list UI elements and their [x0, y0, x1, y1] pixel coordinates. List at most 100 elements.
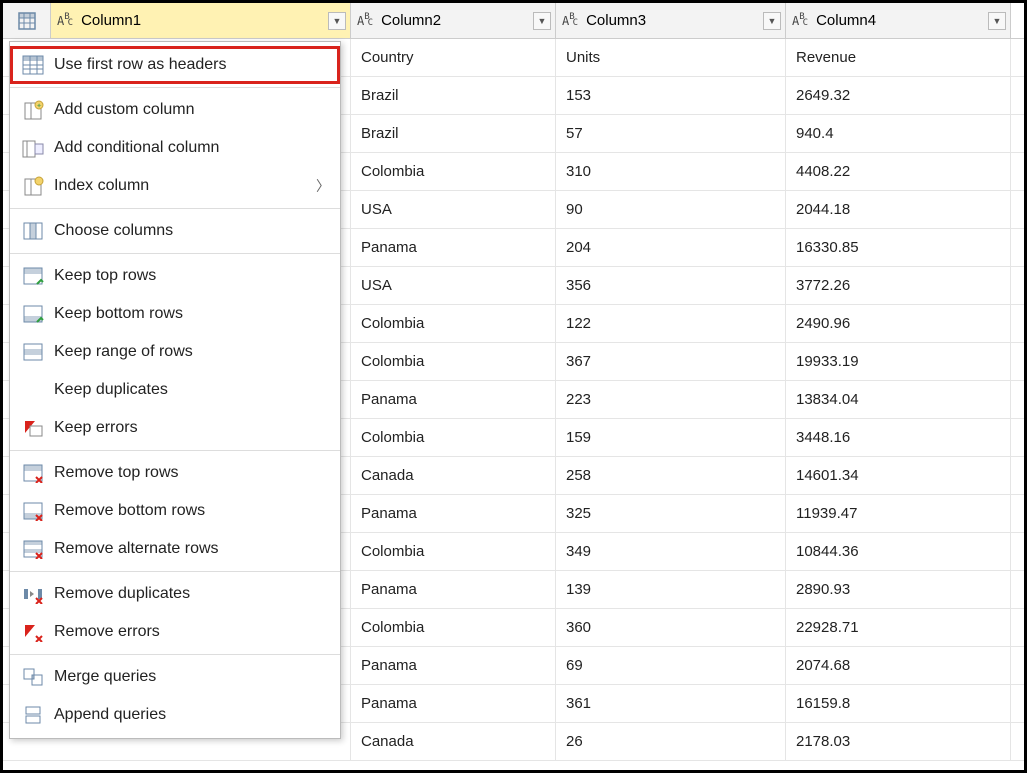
cell-column2[interactable]: Brazil — [351, 115, 556, 152]
cell-column4[interactable]: 4408.22 — [786, 153, 1011, 190]
cell-column3[interactable]: 90 — [556, 191, 786, 228]
cell-column4[interactable]: 13834.04 — [786, 381, 1011, 418]
menu-remove-alternate-rows[interactable]: Remove alternate rows — [10, 530, 340, 568]
cell-column3[interactable]: 57 — [556, 115, 786, 152]
menu-keep-duplicates[interactable]: Keep duplicates — [10, 371, 340, 409]
column-header-label: Column4 — [816, 12, 876, 29]
menu-label: Add custom column — [54, 101, 330, 119]
cell-column4[interactable]: 16159.8 — [786, 685, 1011, 722]
menu-separator — [10, 87, 340, 88]
cell-column3[interactable]: 159 — [556, 419, 786, 456]
menu-add-custom-column[interactable]: ✦ Add custom column — [10, 91, 340, 129]
cell-column2[interactable]: Canada — [351, 457, 556, 494]
menu-separator — [10, 208, 340, 209]
cell-column3[interactable]: 325 — [556, 495, 786, 532]
menu-index-column[interactable]: Index column 〉 — [10, 167, 340, 205]
cell-column4[interactable]: 940.4 — [786, 115, 1011, 152]
cell-column3[interactable]: 26 — [556, 723, 786, 760]
cell-column2[interactable]: Panama — [351, 495, 556, 532]
menu-remove-duplicates[interactable]: Remove duplicates — [10, 575, 340, 613]
column-header-column1[interactable]: ABC Column1 ▼ — [51, 3, 351, 38]
cell-column4[interactable]: 14601.34 — [786, 457, 1011, 494]
column-filter-button[interactable]: ▼ — [533, 12, 551, 30]
table-corner-button[interactable] — [3, 3, 51, 38]
cell-column4[interactable]: 2490.96 — [786, 305, 1011, 342]
menu-keep-range-of-rows[interactable]: Keep range of rows — [10, 333, 340, 371]
conditional-column-icon — [18, 135, 48, 161]
cell-column3[interactable]: 139 — [556, 571, 786, 608]
menu-label: Add conditional column — [54, 139, 330, 157]
cell-column3[interactable]: 361 — [556, 685, 786, 722]
cell-column2[interactable]: Colombia — [351, 419, 556, 456]
cell-column4[interactable]: 19933.19 — [786, 343, 1011, 380]
cell-column3[interactable]: 69 — [556, 647, 786, 684]
cell-column2[interactable]: Panama — [351, 647, 556, 684]
cell-column2[interactable]: Panama — [351, 381, 556, 418]
cell-column4[interactable]: 2074.68 — [786, 647, 1011, 684]
column-header-column4[interactable]: ABC Column4 ▼ — [786, 3, 1011, 38]
menu-merge-queries[interactable]: Merge queries — [10, 658, 340, 696]
cell-column2[interactable]: Panama — [351, 229, 556, 266]
cell-column4[interactable]: 2649.32 — [786, 77, 1011, 114]
cell-column3[interactable]: 122 — [556, 305, 786, 342]
cell-column3[interactable]: Units — [556, 39, 786, 76]
cell-column2[interactable]: Colombia — [351, 305, 556, 342]
menu-append-queries[interactable]: Append queries — [10, 696, 340, 734]
column-header-column2[interactable]: ABC Column2 ▼ — [351, 3, 556, 38]
cell-column2[interactable]: Brazil — [351, 77, 556, 114]
menu-label: Remove errors — [54, 623, 330, 641]
cell-column2[interactable]: USA — [351, 267, 556, 304]
remove-duplicates-icon — [18, 581, 48, 607]
menu-remove-top-rows[interactable]: Remove top rows — [10, 454, 340, 492]
cell-column2[interactable]: Colombia — [351, 609, 556, 646]
cell-column3[interactable]: 367 — [556, 343, 786, 380]
svg-text:✦: ✦ — [36, 102, 42, 110]
cell-column4[interactable]: 2890.93 — [786, 571, 1011, 608]
table-header-icon — [18, 52, 48, 78]
column-header-column3[interactable]: ABC Column3 ▼ — [556, 3, 786, 38]
menu-label: Choose columns — [54, 222, 330, 240]
append-queries-icon — [18, 702, 48, 728]
keep-bottom-rows-icon — [18, 301, 48, 327]
menu-remove-errors[interactable]: Remove errors — [10, 613, 340, 651]
menu-choose-columns[interactable]: Choose columns — [10, 212, 340, 250]
cell-column2[interactable]: Colombia — [351, 533, 556, 570]
column-header-label: Column3 — [586, 12, 646, 29]
cell-column2[interactable]: USA — [351, 191, 556, 228]
cell-column2[interactable]: Country — [351, 39, 556, 76]
menu-keep-errors[interactable]: Keep errors — [10, 409, 340, 447]
cell-column4[interactable]: 3772.26 — [786, 267, 1011, 304]
cell-column2[interactable]: Panama — [351, 571, 556, 608]
column-filter-button[interactable]: ▼ — [988, 12, 1006, 30]
cell-column3[interactable]: 223 — [556, 381, 786, 418]
cell-column4[interactable]: 10844.36 — [786, 533, 1011, 570]
cell-column2[interactable]: Colombia — [351, 153, 556, 190]
menu-use-first-row-as-headers[interactable]: Use first row as headers — [10, 46, 340, 84]
cell-column4[interactable]: 16330.85 — [786, 229, 1011, 266]
column-filter-button[interactable]: ▼ — [328, 12, 346, 30]
cell-column3[interactable]: 360 — [556, 609, 786, 646]
cell-column2[interactable]: Colombia — [351, 343, 556, 380]
cell-column4[interactable]: 3448.16 — [786, 419, 1011, 456]
cell-column3[interactable]: 310 — [556, 153, 786, 190]
menu-keep-bottom-rows[interactable]: Keep bottom rows — [10, 295, 340, 333]
cell-column3[interactable]: 153 — [556, 77, 786, 114]
cell-column3[interactable]: 356 — [556, 267, 786, 304]
menu-add-conditional-column[interactable]: Add conditional column — [10, 129, 340, 167]
cell-column3[interactable]: 349 — [556, 533, 786, 570]
cell-column4[interactable]: 2044.18 — [786, 191, 1011, 228]
cell-column3[interactable]: 258 — [556, 457, 786, 494]
column-filter-button[interactable]: ▼ — [763, 12, 781, 30]
cell-column4[interactable]: 11939.47 — [786, 495, 1011, 532]
menu-remove-bottom-rows[interactable]: Remove bottom rows — [10, 492, 340, 530]
cell-column2[interactable]: Canada — [351, 723, 556, 760]
menu-keep-top-rows[interactable]: Keep top rows — [10, 257, 340, 295]
cell-column3[interactable]: 204 — [556, 229, 786, 266]
cell-column4[interactable]: 22928.71 — [786, 609, 1011, 646]
text-type-icon: ABC — [357, 15, 375, 27]
cell-column2[interactable]: Panama — [351, 685, 556, 722]
cell-column4[interactable]: 2178.03 — [786, 723, 1011, 760]
menu-label: Keep top rows — [54, 267, 330, 285]
cell-column4[interactable]: Revenue — [786, 39, 1011, 76]
menu-label: Remove top rows — [54, 464, 330, 482]
